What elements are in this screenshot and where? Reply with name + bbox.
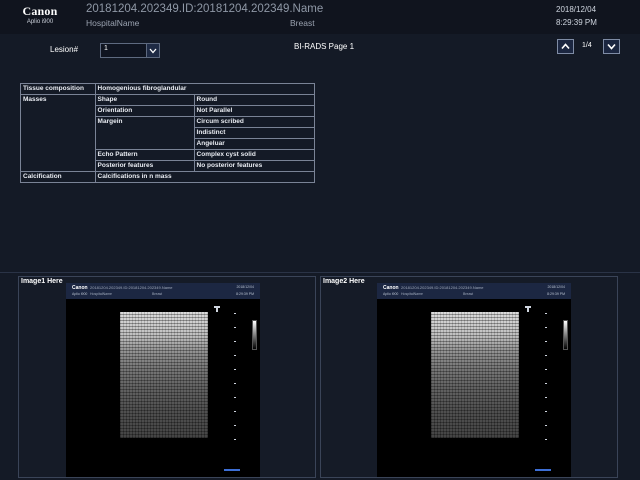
table-row: Calcification Calcifications in n mass [20,171,316,183]
table-cell: Not Parallel [193,105,316,117]
ultrasound-time: 8:29:39 PM [547,292,565,296]
ultrasound-exam: Breast [152,292,163,296]
brand-logo: Canon Aplio i900 [14,4,66,25]
depth-scale [545,313,547,453]
ultrasound-hospital: HospitalName [401,292,423,296]
chevron-down-icon[interactable] [146,44,159,57]
lesion-label: Lesion# [50,45,79,54]
app-header: Canon Aplio i900 20181204.202349.ID:2018… [0,0,640,34]
image-panel-2[interactable]: Image2 Here Canon Aplio i900 20181204.20… [320,276,618,478]
hospital-name: HospitalName [86,18,140,28]
brand-name: Canon [22,4,58,18]
exam-time: 8:29:39 PM [556,18,597,27]
chevron-up-icon [561,43,570,50]
page-up-button[interactable] [557,39,574,54]
exam-date: 2018/12/04 [556,5,597,14]
lesion-select[interactable]: 1 [100,43,160,58]
ultrasound-brand: Canon [383,285,399,291]
table-cell: Margein [94,116,195,150]
table-cell: Posterior features [94,160,195,172]
ultrasound-header: Canon Aplio i900 20181204.202349.ID:2018… [377,283,571,299]
table-cell: Calcifications in n mass [94,171,316,183]
ultrasound-header: Canon Aplio i900 20181204.202349.ID:2018… [66,283,260,299]
table-cell: Calcification [20,171,96,183]
table-cell: Round [193,94,316,106]
scale-bar [224,469,240,471]
table-cell: Angeluar [193,138,316,150]
lesion-select-value: 1 [104,45,108,52]
table-cell: Indistinct [193,127,316,139]
ultrasound-brand: Canon [72,285,88,291]
table-cell: Tissue composition [20,83,96,95]
image-label: Image1 Here [21,278,63,285]
table-cell: Echo Pattern [94,149,195,161]
ultrasound-image[interactable]: Canon Aplio i900 20181204.202349.ID:2018… [66,283,260,477]
ultrasound-date: 2018/12/04 [547,285,565,289]
ultrasound-model: Aplio i900 [383,292,399,296]
image-panel-1[interactable]: Image1 Here Canon Aplio i900 20181204.20… [18,276,316,478]
grayscale-bar [563,320,568,350]
probe-marker-icon [524,305,540,313]
image-label: Image2 Here [323,278,365,285]
ultrasound-scan [431,312,519,438]
table-cell: Shape [94,94,195,106]
table-cell: Complex cyst solid [193,149,316,161]
table-row: Tissue composition Homogenious fibroglan… [20,83,316,95]
ultrasound-hospital: HospitalName [90,292,112,296]
page-count: 1/4 [582,42,592,49]
table-row: Masses Shape Round [20,94,316,172]
depth-scale [234,313,236,453]
chevron-down-icon [607,43,616,50]
table-cell: Masses [20,94,96,172]
table-cell: Circum scribed [193,116,316,128]
section-divider [0,272,640,273]
device-model: Aplio i900 [26,19,54,25]
page-title: BI-RADS Page 1 [294,42,355,51]
ultrasound-patient-id: 20181204.202349.ID:20181204.202349.Name [90,285,173,290]
birads-table: Tissue composition Homogenious fibroglan… [20,83,316,183]
page-down-button[interactable] [603,39,620,54]
probe-marker-icon [213,305,229,313]
table-cell: Orientation [94,105,195,117]
scale-bar [535,469,551,471]
ultrasound-time: 8:29:39 PM [236,292,254,296]
ultrasound-image[interactable]: Canon Aplio i900 20181204.202349.ID:2018… [377,283,571,477]
ultrasound-model: Aplio i900 [72,292,88,296]
exam-type: Breast [290,18,315,28]
table-cell: Homogenious fibroglandular [94,83,316,95]
ultrasound-patient-id: 20181204.202349.ID:20181204.202349.Name [401,285,484,290]
ultrasound-scan [120,312,208,438]
patient-id: 20181204.202349.ID:20181204.202349.Name [86,3,324,15]
ultrasound-date: 2018/12/04 [236,285,254,289]
ultrasound-exam: Breast [463,292,474,296]
table-cell: No posterior features [193,160,316,172]
grayscale-bar [252,320,257,350]
